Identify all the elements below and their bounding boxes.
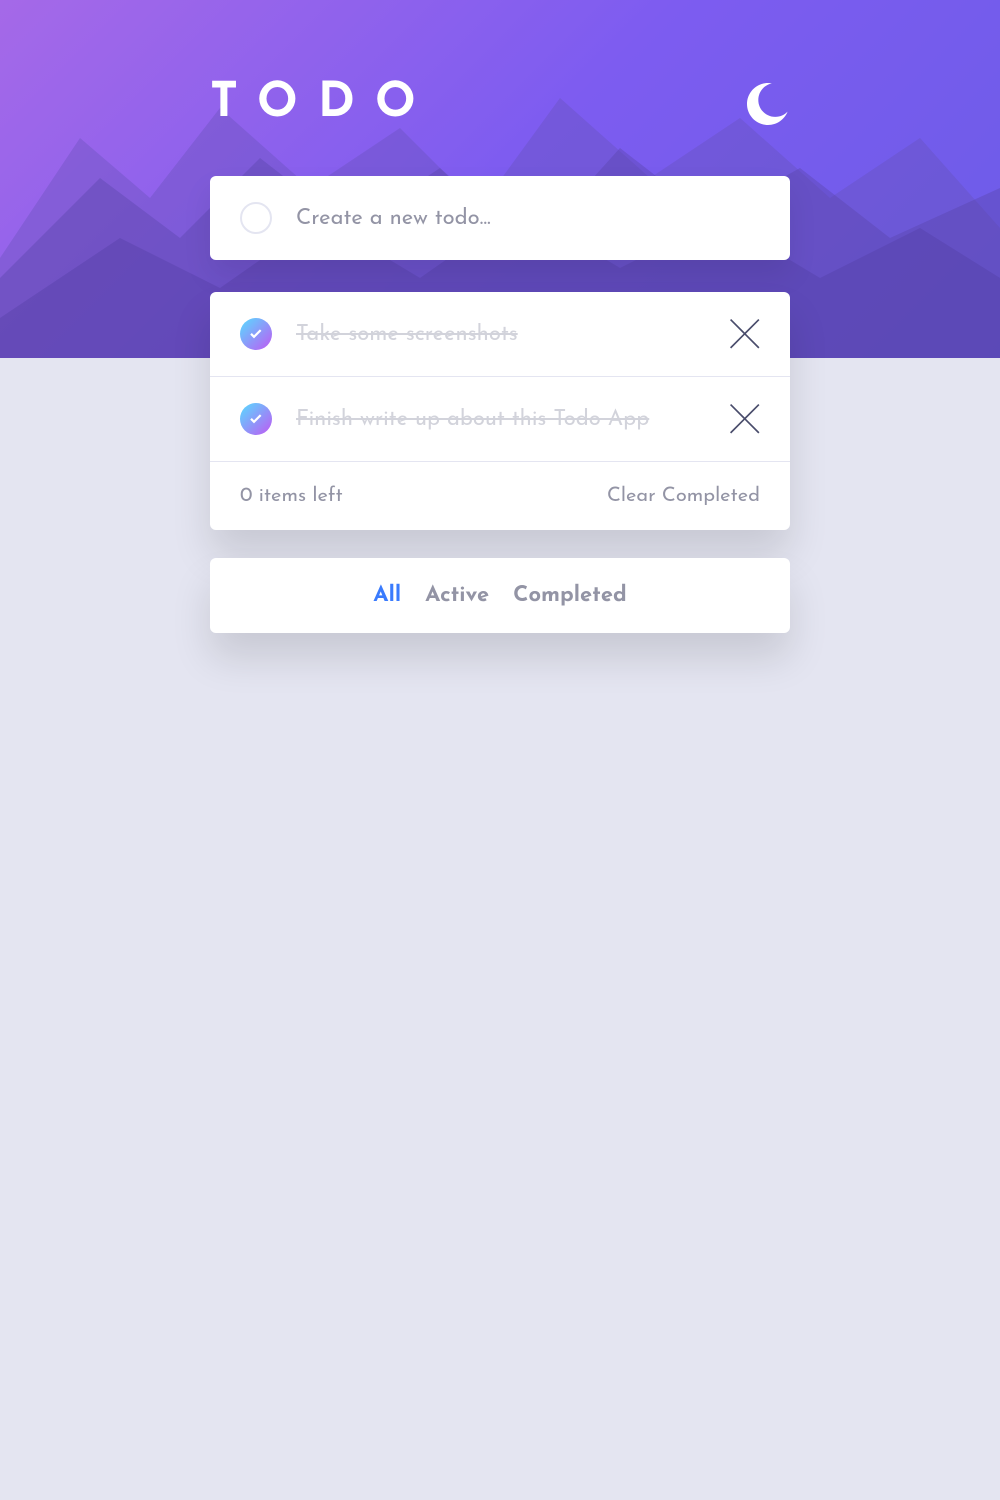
new-todo-input[interactable] bbox=[296, 207, 760, 230]
checkmark-icon bbox=[249, 414, 263, 424]
todo-list: Take some screenshots Finish write up ab… bbox=[210, 292, 790, 530]
close-icon bbox=[730, 404, 760, 434]
theme-toggle-button[interactable] bbox=[746, 82, 790, 126]
close-icon bbox=[730, 319, 760, 349]
moon-icon bbox=[747, 83, 789, 125]
todo-footer: 0 items left Clear Completed bbox=[210, 462, 790, 530]
todo-item: Finish write up about this Todo App bbox=[210, 377, 790, 462]
todo-text: Take some screenshots bbox=[296, 323, 706, 346]
items-left-count: 0 items left bbox=[240, 486, 343, 506]
todo-item: Take some screenshots bbox=[210, 292, 790, 377]
todo-text: Finish write up about this Todo App bbox=[296, 408, 706, 431]
new-todo-checkbox[interactable] bbox=[240, 202, 272, 234]
new-todo-container bbox=[210, 176, 790, 260]
filter-all-button[interactable]: All bbox=[373, 584, 401, 607]
delete-todo-button[interactable] bbox=[730, 319, 760, 349]
delete-todo-button[interactable] bbox=[730, 404, 760, 434]
todo-checkbox-checked[interactable] bbox=[240, 318, 272, 350]
todo-checkbox-checked[interactable] bbox=[240, 403, 272, 435]
app-title: TODO bbox=[210, 80, 436, 128]
checkmark-icon bbox=[249, 329, 263, 339]
filter-active-button[interactable]: Active bbox=[425, 584, 489, 607]
clear-completed-button[interactable]: Clear Completed bbox=[607, 486, 760, 506]
filter-container: All Active Completed bbox=[210, 558, 790, 633]
filter-completed-button[interactable]: Completed bbox=[513, 584, 627, 607]
